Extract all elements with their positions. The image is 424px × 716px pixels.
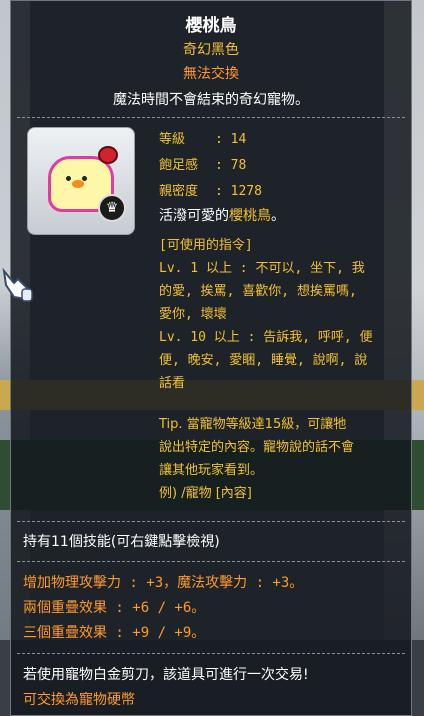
divider bbox=[17, 561, 405, 562]
tip-line: 例) /寵物 [內容] bbox=[159, 486, 252, 501]
command-line: Lv. 10 以上 : 告訴我, 呼呼, 便 bbox=[159, 330, 373, 345]
pet-stats: 等級: 14 飽足感: 78 親密度: 1278 bbox=[159, 127, 262, 205]
hand-cursor-icon bbox=[2, 267, 33, 302]
stat-fullness: 飽足感: 78 bbox=[159, 158, 247, 173]
divider bbox=[17, 653, 405, 654]
command-header: [可使用的指令] bbox=[159, 238, 253, 253]
command-line: 愛你, 壞壞 bbox=[159, 307, 227, 322]
divider bbox=[17, 117, 405, 118]
skills-info: 持有11個技能(可右鍵點擊檢視) bbox=[23, 534, 220, 550]
item-description: 魔法時間不會結束的奇幻寵物。 bbox=[113, 92, 309, 108]
command-line: 便, 晚安, 愛睏, 睡覺, 說啊, 說 bbox=[159, 353, 368, 368]
scissors-note: 若使用寵物白金剪刀，該道具可進行一次交易! bbox=[23, 667, 309, 683]
command-line: Lv. 1 以上 : 不可以, 坐下, 我 bbox=[159, 261, 365, 276]
coin-exchange-note: 可交換為寵物硬幣 bbox=[23, 692, 135, 708]
bonus-line: 兩個重疊效果 : +6 / +6。 bbox=[23, 600, 206, 616]
item-trade-status: 無法交換 bbox=[183, 66, 239, 82]
tip-line: 說出特定的內容。寵物說的話不會 bbox=[159, 440, 355, 455]
flavor-text: 活潑可愛的櫻桃鳥。 bbox=[159, 208, 285, 224]
item-type: 奇幻黑色 bbox=[183, 42, 239, 58]
item-icon-frame: ♛ bbox=[27, 127, 135, 235]
tip-line: 讓其他玩家看到。 bbox=[159, 463, 264, 478]
stat-level: 等級: 14 bbox=[159, 132, 247, 147]
bonus-line: 三個重疊效果 : +9 / +9。 bbox=[23, 625, 206, 641]
bonus-line: 增加物理攻擊力 : +3，魔法攻擊力 : +3。 bbox=[23, 575, 304, 591]
tip-text: Tip. 當寵物等級達15級，可讓牠 說出特定的內容。寵物說的話不會 讓其他玩家… bbox=[159, 413, 413, 505]
command-list: [可使用的指令] Lv. 1 以上 : 不可以, 坐下, 我 的愛, 挨罵, 喜… bbox=[159, 234, 413, 395]
item-name: 櫻桃鳥 bbox=[185, 16, 237, 36]
item-tooltip: 櫻桃鳥 奇幻黑色 無法交換 魔法時間不會結束的奇幻寵物。 ♛ 等級: 14 飽足… bbox=[10, 0, 412, 716]
divider bbox=[17, 521, 405, 522]
stat-closeness: 親密度: 1278 bbox=[159, 184, 262, 199]
command-line: 話看 bbox=[159, 376, 186, 391]
command-line: 的愛, 挨罵, 喜歡你, 想挨罵嗎, bbox=[159, 284, 357, 299]
set-bonus-list: 增加物理攻擊力 : +3，魔法攻擊力 : +3。 兩個重疊效果 : +6 / +… bbox=[23, 571, 303, 646]
tip-line: Tip. 當寵物等級達15級，可讓牠 bbox=[159, 417, 347, 432]
pet-badge-icon: ♛ bbox=[98, 194, 126, 222]
